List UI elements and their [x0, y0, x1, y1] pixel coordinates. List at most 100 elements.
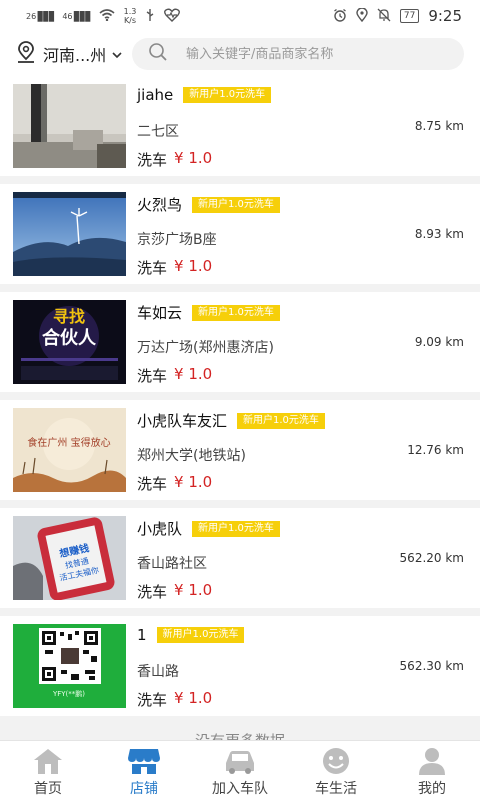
shop-name[interactable]: 1 [137, 626, 147, 644]
shop-thumbnail[interactable] [13, 192, 126, 276]
signal-icon: ▮▮▮ [72, 7, 92, 24]
shop-name-row: jiahe 新用户1.0元洗车 [137, 86, 272, 104]
home-icon [31, 747, 65, 775]
car-icon [223, 747, 257, 775]
service-price: ¥ 1.0 [174, 473, 213, 491]
shop-distance: 12.76 km [407, 443, 464, 457]
tab-label: 店铺 [130, 781, 158, 797]
tab-label: 车生活 [315, 781, 357, 797]
shop-card[interactable]: jiahe 新用户1.0元洗车 二七区 8.75 km 洗车 ¥ 1.0 [0, 76, 480, 176]
shop-card[interactable]: YFY(**鹏) 1 新用户1.0元洗车 香山路 562.30 km 洗车 ¥ … [0, 616, 480, 716]
shop-card[interactable]: 食在广州 宝得放心 小虎队车友汇 新用户1.0元洗车 郑州大学(地铁站) 12.… [0, 400, 480, 500]
usb-icon [145, 8, 155, 25]
shop-address: 香山路 [137, 664, 179, 680]
shop-card[interactable]: 火烈鸟 新用户1.0元洗车 京莎广场B座 8.93 km 洗车 ¥ 1.0 [0, 184, 480, 284]
tab-label: 我的 [418, 781, 446, 797]
shop-name[interactable]: 小虎队车友汇 [137, 410, 227, 431]
search-input[interactable] [186, 39, 464, 69]
battery-indicator: 77 [399, 9, 420, 23]
service-name: 洗车 [137, 583, 168, 601]
promo-badge: 新用户1.0元洗车 [192, 520, 280, 537]
service-name: 洗车 [137, 475, 168, 493]
shop-name-row: 小虎队车友汇 新用户1.0元洗车 [137, 410, 325, 431]
shop-address: 郑州大学(地铁站) [137, 448, 246, 464]
network-speed: 1.3 K/s [123, 7, 137, 25]
signal-icon: ▮▮▮ [36, 7, 55, 24]
shop-name-row: 小虎队 新用户1.0元洗车 [137, 518, 280, 539]
service-row: 洗车 ¥ 1.0 [137, 581, 212, 602]
service-price: ¥ 1.0 [174, 689, 213, 707]
promo-badge: 新用户1.0元洗车 [156, 627, 245, 643]
tab-shop[interactable]: 店铺 [96, 741, 192, 800]
no-more-data-label: 没有更多数据 [0, 718, 480, 740]
user-icon [415, 747, 449, 775]
service-name: 洗车 [137, 691, 168, 709]
shop-thumbnail[interactable] [13, 84, 126, 168]
service-price: ¥ 1.0 [174, 365, 213, 383]
shop-name-row: 火烈鸟 新用户1.0元洗车 [137, 194, 280, 215]
status-right: 77 9:25 [333, 6, 462, 25]
wifi-icon [99, 8, 115, 24]
tab-label: 加入车队 [212, 781, 268, 797]
shop-name-row: 1 新用户1.0元洗车 [137, 626, 245, 644]
mute-icon [377, 8, 391, 25]
shop-address: 二七区 [137, 124, 179, 140]
shop-name[interactable]: jiahe [137, 86, 173, 104]
shop-card[interactable]: 想赚钱 找普通 活工夫福你 小虎队 新用户1.0元洗车 香山路社区 562.20… [0, 508, 480, 608]
thumb-text: 食在广州 宝得放心 [27, 436, 110, 449]
service-row: 洗车 ¥ 1.0 [137, 149, 212, 170]
city-selector[interactable]: 河南...州 [14, 40, 132, 68]
thumb-text: 寻找 [53, 307, 85, 326]
shop-icon [127, 747, 161, 775]
service-name: 洗车 [137, 259, 168, 277]
thumb-caption: YFY(**鹏) [52, 689, 85, 698]
tab-car-life[interactable]: 车生活 [288, 741, 384, 800]
shop-name-row: 车如云 新用户1.0元洗车 [137, 302, 280, 323]
heart-monitor-icon [164, 8, 181, 25]
tab-home[interactable]: 首页 [0, 741, 96, 800]
service-row: 洗车 ¥ 1.0 [137, 257, 212, 278]
tab-join-fleet[interactable]: 加入车队 [192, 741, 288, 800]
shop-name[interactable]: 火烈鸟 [137, 194, 182, 215]
shop-distance: 9.09 km [414, 335, 464, 349]
service-price: ¥ 1.0 [174, 149, 213, 167]
tab-label: 首页 [34, 781, 62, 797]
shop-distance: 562.20 km [399, 551, 464, 565]
shop-distance: 8.93 km [414, 227, 464, 241]
shop-card[interactable]: 寻找 合伙人 车如云 新用户1.0元洗车 万达广场(郑州惠济店) 9.09 km… [0, 292, 480, 392]
network-indicator-2: 46 ▮▮▮ [62, 7, 92, 24]
service-price: ¥ 1.0 [174, 581, 213, 599]
shop-thumbnail[interactable]: YFY(**鹏) [13, 624, 126, 708]
status-left: 26 ▮▮▮ 46 ▮▮▮ 1.3 K/s [26, 7, 181, 25]
shop-thumbnail[interactable]: 寻找 合伙人 [13, 300, 126, 384]
service-name: 洗车 [137, 367, 168, 385]
promo-badge: 新用户1.0元洗车 [183, 87, 272, 103]
chevron-down-icon [111, 45, 123, 64]
promo-badge: 新用户1.0元洗车 [192, 196, 280, 213]
shop-distance: 562.30 km [399, 659, 464, 673]
search-icon [148, 42, 168, 66]
shop-address: 万达广场(郑州惠济店) [137, 340, 274, 356]
shop-distance: 8.75 km [414, 119, 464, 133]
tab-profile[interactable]: 我的 [384, 741, 480, 800]
alarm-icon [333, 8, 347, 25]
shop-address: 京莎广场B座 [137, 232, 217, 248]
clock: 9:25 [428, 7, 462, 25]
top-bar: 河南...州 [0, 32, 480, 76]
promo-badge: 新用户1.0元洗车 [237, 412, 325, 429]
thumb-text: 合伙人 [42, 327, 97, 349]
shop-address: 香山路社区 [137, 556, 207, 572]
promo-badge: 新用户1.0元洗车 [192, 304, 280, 321]
shop-name[interactable]: 车如云 [137, 302, 182, 323]
location-icon [356, 6, 368, 25]
shop-name[interactable]: 小虎队 [137, 518, 182, 539]
search-box[interactable] [132, 38, 464, 70]
service-row: 洗车 ¥ 1.0 [137, 365, 212, 386]
status-bar: 26 ▮▮▮ 46 ▮▮▮ 1.3 K/s 77 9:25 [0, 0, 480, 32]
shop-thumbnail[interactable]: 想赚钱 找普通 活工夫福你 [13, 516, 126, 600]
service-row: 洗车 ¥ 1.0 [137, 473, 212, 494]
smile-icon [319, 747, 353, 775]
service-price: ¥ 1.0 [174, 257, 213, 275]
shop-thumbnail[interactable]: 食在广州 宝得放心 [13, 408, 126, 492]
service-name: 洗车 [137, 151, 168, 169]
